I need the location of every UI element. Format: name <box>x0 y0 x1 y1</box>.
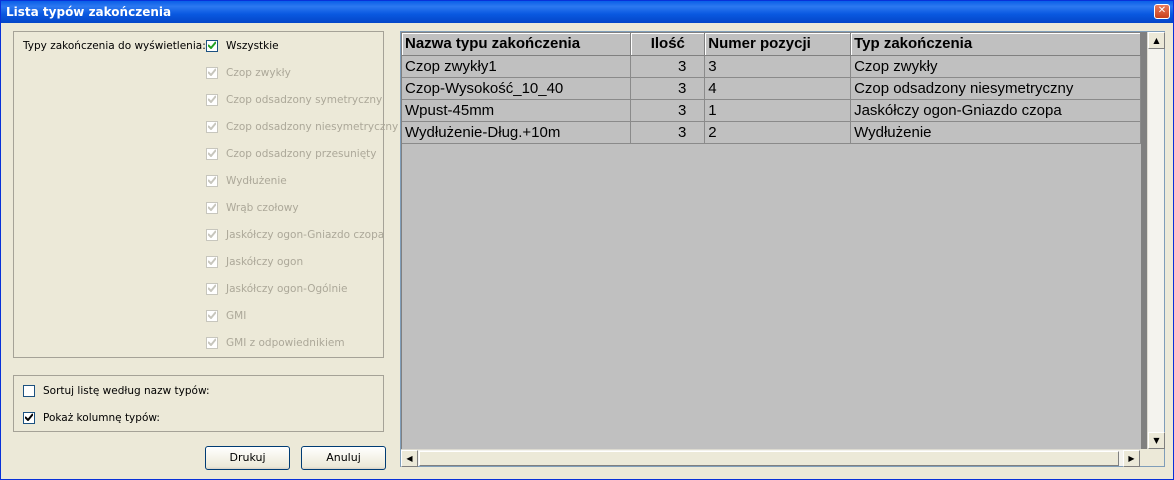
cell-name[interactable]: Wydłużenie-Dług.+10m <box>402 121 632 144</box>
filter-item-label: Czop odsadzony przesunięty <box>226 148 377 160</box>
cell-quantity[interactable]: 3 <box>630 77 706 100</box>
filter-item[interactable]: Jaskółczy ogon-Ogólnie <box>206 282 348 296</box>
filter-item-checkbox[interactable] <box>206 175 218 187</box>
table-header-row: Nazwa typu zakończenia Ilość Numer pozyc… <box>402 33 1141 56</box>
dialog-window: Lista typów zakończenia ✕ Typy zakończen… <box>0 0 1174 480</box>
table-row[interactable]: Wpust-45mm 3 1 Jaskółczy ogon-Gniazdo czopa <box>402 99 1141 122</box>
close-button[interactable]: ✕ <box>1154 4 1170 19</box>
filter-item[interactable]: Wrąb czołowy <box>206 201 299 215</box>
filter-item-label: Jaskółczy ogon-Gniazdo czopa <box>226 229 385 241</box>
filter-item-checkbox[interactable] <box>206 256 218 268</box>
filter-item[interactable]: Czop odsadzony niesymetryczny <box>206 120 398 134</box>
filter-item[interactable]: Jaskółczy ogon <box>206 255 303 269</box>
filter-item-checkbox[interactable] <box>206 121 218 133</box>
horizontal-scroll-thumb[interactable] <box>419 451 1119 466</box>
filter-item-label: Wrąb czołowy <box>226 202 299 214</box>
filter-item-checkbox[interactable] <box>206 310 218 322</box>
filter-item-checkbox[interactable] <box>206 67 218 79</box>
show-type-label: Pokaż kolumnę typów: <box>43 412 160 424</box>
cell-type[interactable]: Jaskółczy ogon-Gniazdo czopa <box>850 99 1141 122</box>
arrow-up-icon: ▲ <box>1153 36 1160 45</box>
filter-item-label: Czop odsadzony niesymetryczny <box>226 121 399 133</box>
filter-item[interactable]: Czop odsadzony symetryczny <box>206 93 382 107</box>
sort-option[interactable]: Sortuj listę według nazw typów: <box>23 384 210 398</box>
filter-item-checkbox[interactable] <box>206 148 218 160</box>
filter-item-checkbox[interactable] <box>206 94 218 106</box>
checkbox-all-box[interactable] <box>206 40 218 52</box>
cell-type[interactable]: Wydłużenie <box>850 121 1141 144</box>
title-bar: Lista typów zakończenia ✕ <box>1 1 1173 23</box>
cell-name[interactable]: Czop-Wysokość_10_40 <box>402 77 632 100</box>
filter-item[interactable]: Wydłużenie <box>206 174 287 188</box>
filter-item[interactable]: Jaskółczy ogon-Gniazdo czopa <box>206 228 384 242</box>
vertical-scrollbar[interactable]: ▲ ▼ <box>1147 32 1165 449</box>
filter-item-checkbox[interactable] <box>206 337 218 349</box>
filter-label: Typy zakończenia do wyświetlenia: <box>23 40 206 52</box>
filter-item-checkbox[interactable] <box>206 283 218 295</box>
scroll-left-button[interactable]: ◀ <box>401 450 418 467</box>
show-type-option[interactable]: Pokaż kolumnę typów: <box>23 411 160 425</box>
filter-item[interactable]: GMI z odpowiednikiem <box>206 336 345 350</box>
cell-position[interactable]: 1 <box>704 99 852 122</box>
filter-item[interactable]: Czop zwykły <box>206 66 291 80</box>
filter-item-checkbox[interactable] <box>206 202 218 214</box>
cell-quantity[interactable]: 3 <box>630 99 706 122</box>
scrollbar-corner <box>1140 449 1164 466</box>
sort-label: Sortuj listę według nazw typów: <box>43 385 210 397</box>
arrow-down-icon: ▼ <box>1153 436 1160 445</box>
scroll-right-button[interactable]: ▶ <box>1123 450 1140 467</box>
checkbox-all[interactable]: Wszystkie <box>206 39 279 53</box>
filter-item[interactable]: Czop odsadzony przesunięty <box>206 147 377 161</box>
filter-item-label: Wydłużenie <box>226 175 287 187</box>
cell-position[interactable]: 4 <box>704 77 852 100</box>
filter-item-checkbox[interactable] <box>206 229 218 241</box>
filter-item-label: GMI <box>226 310 247 322</box>
cell-name[interactable]: Wpust-45mm <box>402 99 632 122</box>
column-header-name[interactable]: Nazwa typu zakończenia <box>402 33 632 56</box>
cancel-button[interactable]: Anuluj <box>301 446 386 470</box>
filter-item-label: Czop zwykły <box>226 67 291 79</box>
cell-type[interactable]: Czop zwykły <box>850 55 1141 78</box>
scroll-down-button[interactable]: ▼ <box>1148 432 1165 449</box>
column-header-quantity[interactable]: Ilość <box>630 33 706 56</box>
results-grid: Nazwa typu zakończenia Ilość Numer pozyc… <box>400 31 1165 467</box>
filter-item-label: GMI z odpowiednikiem <box>226 337 345 349</box>
filter-item[interactable]: GMI <box>206 309 246 323</box>
cell-name[interactable]: Czop zwykły1 <box>402 55 632 78</box>
cell-position[interactable]: 2 <box>704 121 852 144</box>
cell-position[interactable]: 3 <box>704 55 852 78</box>
checkbox-all-label: Wszystkie <box>226 40 279 52</box>
filter-item-label: Jaskółczy ogon-Ogólnie <box>226 283 348 295</box>
filter-group <box>13 31 384 358</box>
window-title: Lista typów zakończenia <box>6 5 172 19</box>
show-type-checkbox[interactable] <box>23 412 35 424</box>
filter-item-label: Czop odsadzony symetryczny <box>226 94 383 106</box>
table-row[interactable]: Wydłużenie-Dług.+10m 3 2 Wydłużenie <box>402 121 1141 144</box>
results-table: Nazwa typu zakończenia Ilość Numer pozyc… <box>402 33 1141 144</box>
close-icon: ✕ <box>1157 5 1167 16</box>
column-header-type[interactable]: Typ zakończenia <box>850 33 1141 56</box>
sort-checkbox[interactable] <box>23 385 35 397</box>
cell-quantity[interactable]: 3 <box>630 121 706 144</box>
arrow-right-icon: ▶ <box>1128 454 1135 463</box>
scroll-up-button[interactable]: ▲ <box>1148 32 1165 49</box>
column-header-position[interactable]: Numer pozycji <box>704 33 852 56</box>
print-button[interactable]: Drukuj <box>205 446 290 470</box>
grid-area: Nazwa typu zakończenia Ilość Numer pozyc… <box>402 33 1141 449</box>
table-row[interactable]: Czop zwykły1 3 3 Czop zwykły <box>402 55 1141 78</box>
arrow-left-icon: ◀ <box>406 454 413 463</box>
cell-type[interactable]: Czop odsadzony niesymetryczny <box>850 77 1141 100</box>
table-row[interactable]: Czop-Wysokość_10_40 3 4 Czop odsadzony nies… <box>402 77 1141 100</box>
filter-item-label: Jaskółczy ogon <box>226 256 304 268</box>
horizontal-scrollbar[interactable]: ◀ ▶ <box>401 449 1141 467</box>
cell-quantity[interactable]: 3 <box>630 55 706 78</box>
